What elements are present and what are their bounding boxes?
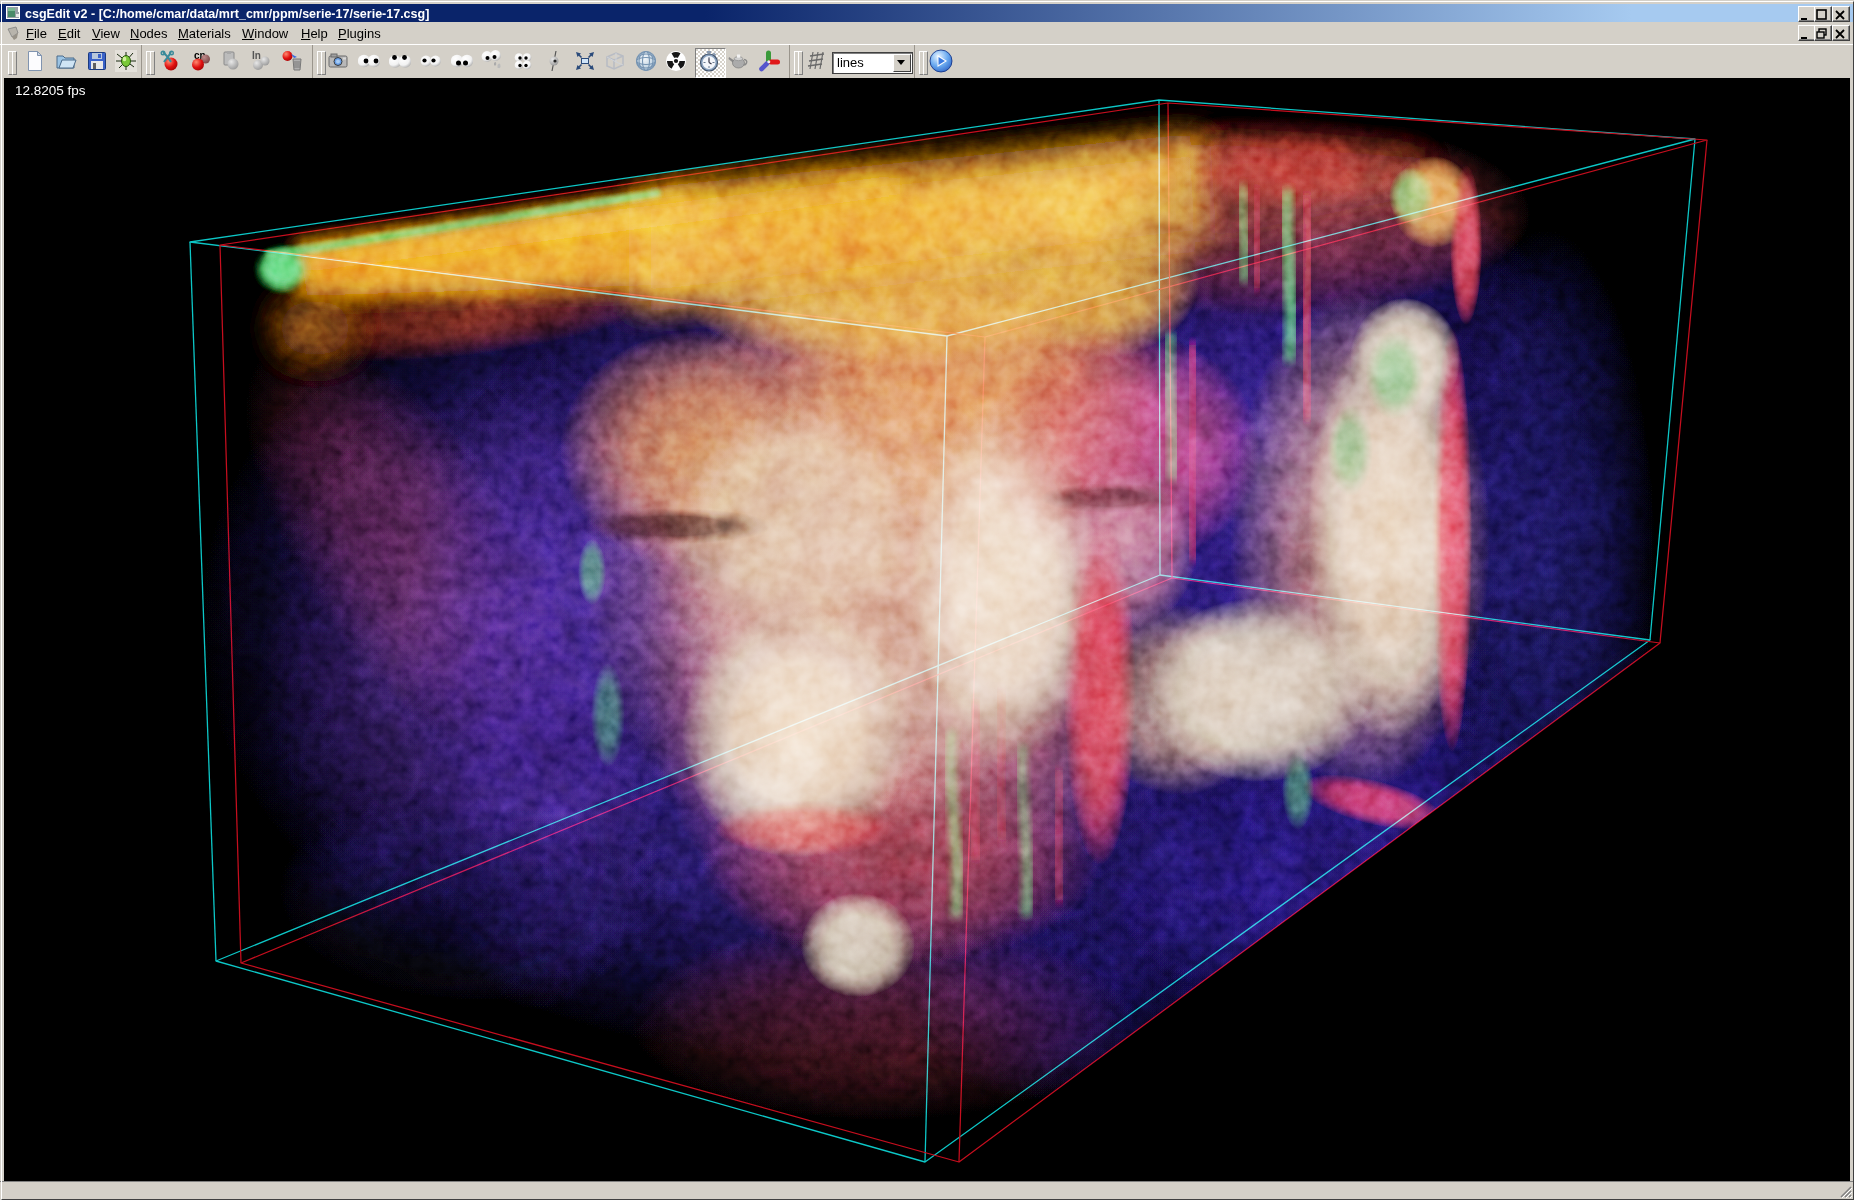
svg-text:In: In — [252, 50, 261, 61]
